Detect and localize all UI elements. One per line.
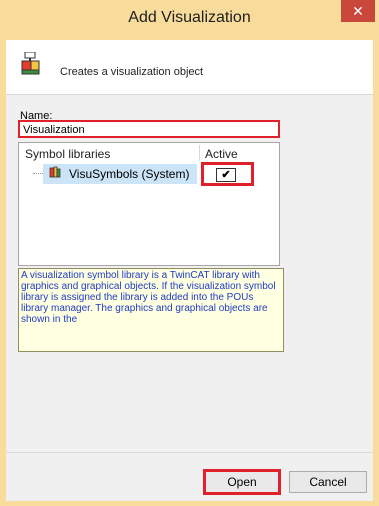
header-description: Creates a visualization object <box>60 66 204 78</box>
dialog-body: Creates a visualization object Name: Vis… <box>6 40 373 501</box>
button-bar: Open Cancel <box>6 452 373 501</box>
cancel-button[interactable]: Cancel <box>289 471 367 493</box>
title-bar: Add Visualization ✕ <box>0 0 379 40</box>
dialog-title: Add Visualization <box>128 9 251 26</box>
active-cell: ✔ <box>201 162 254 186</box>
header-panel: Creates a visualization object <box>6 40 373 95</box>
library-icon <box>49 166 61 178</box>
column-header-symbol-libraries[interactable]: Symbol libraries <box>25 147 110 161</box>
open-button[interactable]: Open <box>203 469 281 495</box>
close-button[interactable]: ✕ <box>341 0 375 22</box>
library-info-tooltip: A visualization symbol library is a Twin… <box>18 268 284 352</box>
library-name[interactable]: VisuSymbols (System) <box>69 167 189 181</box>
add-visualization-dialog: Add Visualization ✕ Creates a visualizat… <box>0 0 379 506</box>
visualization-object-icon <box>21 52 40 75</box>
name-field[interactable]: Visualization <box>18 120 280 138</box>
column-divider <box>199 145 200 161</box>
active-checkbox[interactable]: ✔ <box>216 168 236 182</box>
tree-connector <box>33 173 43 175</box>
close-icon: ✕ <box>352 3 364 19</box>
symbol-library-list[interactable]: Symbol libraries Active VisuSymbols (Sys… <box>18 142 280 266</box>
column-header-active[interactable]: Active <box>205 147 238 161</box>
